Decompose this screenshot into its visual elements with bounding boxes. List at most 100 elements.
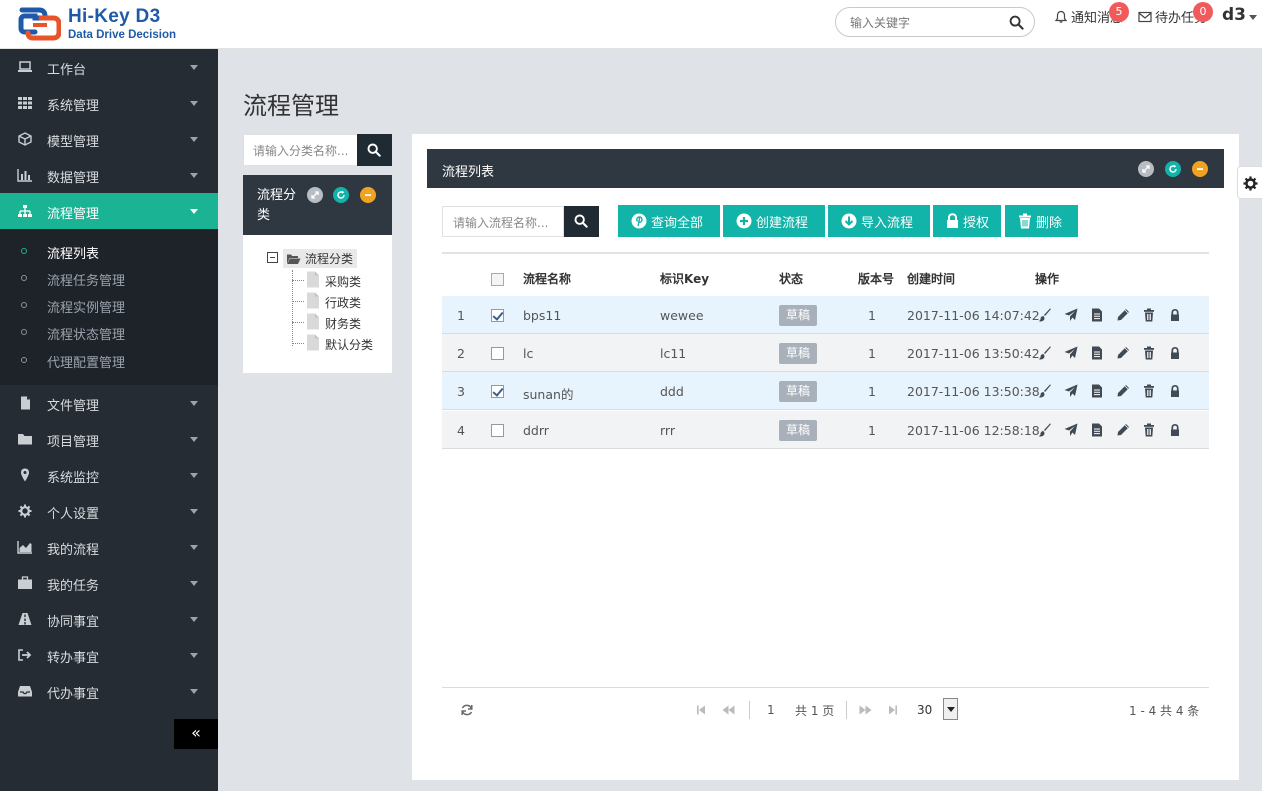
sidebar-item-transfer[interactable]: 转办事宜 — [0, 637, 218, 673]
table-row[interactable]: 1 bps11 wewee 草稿 1 2017-11-06 14:07:42 — [442, 296, 1209, 334]
pencil-icon[interactable] — [1116, 308, 1130, 322]
reload-button[interactable] — [460, 703, 474, 717]
collapse-button[interactable] — [360, 187, 376, 203]
category-search-button[interactable] — [357, 134, 392, 166]
sidebar-item-data[interactable]: 数据管理 — [0, 157, 218, 193]
tree-node-admin[interactable]: 行政类 — [292, 291, 402, 312]
search-icon[interactable] — [1009, 15, 1024, 30]
pencil-icon[interactable] — [1116, 346, 1130, 360]
column-header-name[interactable]: 流程名称 — [523, 270, 571, 287]
caret-down-icon — [190, 473, 198, 478]
paper-plane-icon[interactable] — [1064, 423, 1078, 437]
sidebar-item-my-process[interactable]: 我的流程 — [0, 529, 218, 565]
refresh-button[interactable] — [1165, 161, 1181, 177]
row-checkbox[interactable] — [491, 347, 504, 360]
previous-page-button[interactable] — [722, 704, 735, 716]
first-page-button[interactable] — [695, 704, 707, 716]
pencil-icon[interactable] — [1116, 384, 1130, 398]
lock-icon[interactable] — [1168, 384, 1182, 398]
next-page-button[interactable] — [859, 704, 872, 716]
pencil-icon[interactable] — [1116, 423, 1130, 437]
sidebar-item-my-tasks[interactable]: 我的任务 — [0, 565, 218, 601]
hikey-logo-icon[interactable] — [17, 6, 61, 42]
column-header-created[interactable]: 创建时间 — [907, 270, 955, 287]
paper-plane-icon[interactable] — [1064, 384, 1078, 398]
authorize-button[interactable]: 授权 — [933, 205, 1001, 237]
import-process-button[interactable]: 导入流程 — [828, 205, 930, 237]
submenu-item-instance-manage[interactable]: 流程实例管理 — [0, 292, 218, 319]
user-menu[interactable]: d3 — [1222, 5, 1257, 25]
submenu-item-status-manage[interactable]: 流程状态管理 — [0, 319, 218, 346]
file-text-icon[interactable] — [1090, 423, 1104, 437]
table-row[interactable]: 2 lc lc11 草稿 1 2017-11-06 13:50:42 — [442, 334, 1209, 372]
lock-icon[interactable] — [1168, 308, 1182, 322]
expand-button[interactable] — [307, 187, 323, 203]
page-size-select[interactable]: 30 — [910, 698, 958, 721]
lock-icon[interactable] — [1168, 423, 1182, 437]
sidebar-item-proxy[interactable]: 代办事宜 — [0, 673, 218, 709]
caret-down-icon — [190, 617, 198, 622]
current-page[interactable]: 1 — [767, 703, 775, 717]
paper-plane-icon[interactable] — [1064, 346, 1078, 360]
page-size-dropdown[interactable] — [943, 698, 958, 720]
trash-icon[interactable] — [1142, 423, 1156, 437]
sidebar-item-monitor[interactable]: 系统监控 — [0, 457, 218, 493]
tree-node-finance[interactable]: 财务类 — [292, 312, 402, 333]
file-text-icon[interactable] — [1090, 346, 1104, 360]
trash-icon[interactable] — [1142, 308, 1156, 322]
column-header-status[interactable]: 状态 — [779, 270, 803, 287]
process-search-input[interactable] — [453, 214, 559, 231]
process-name: lc — [523, 346, 534, 361]
row-checkbox[interactable] — [491, 424, 504, 437]
submenu-item-proxy-config[interactable]: 代理配置管理 — [0, 347, 218, 374]
sidebar-item-collaboration[interactable]: 协同事宜 — [0, 601, 218, 637]
global-search-input[interactable] — [850, 14, 1000, 31]
trash-icon[interactable] — [1142, 384, 1156, 398]
query-all-button[interactable]: 查询全部 — [618, 205, 720, 237]
paper-plane-icon[interactable] — [1064, 308, 1078, 322]
sidebar-item-files[interactable]: 文件管理 — [0, 385, 218, 421]
created-time: 2017-11-06 12:58:18 — [907, 423, 1040, 438]
collapse-button[interactable] — [1192, 161, 1208, 177]
file-text-icon[interactable] — [1090, 308, 1104, 322]
caret-down-icon — [190, 65, 198, 70]
row-checkbox[interactable] — [491, 385, 504, 398]
table-row[interactable]: 3 sunan的 ddd 草稿 1 2017-11-06 13:50:38 — [442, 372, 1209, 410]
tree-root-node[interactable]: 流程分类 — [283, 249, 358, 268]
sidebar-item-projects[interactable]: 项目管理 — [0, 421, 218, 457]
paint-brush-icon[interactable] — [1038, 384, 1052, 398]
process-name: bps11 — [523, 308, 562, 323]
settings-button[interactable] — [1237, 166, 1262, 199]
paint-brush-icon[interactable] — [1038, 346, 1052, 360]
refresh-button[interactable] — [333, 187, 349, 203]
paint-brush-icon[interactable] — [1038, 423, 1052, 437]
tree-node-default[interactable]: 默认分类 — [292, 333, 402, 354]
last-page-button[interactable] — [887, 704, 899, 716]
select-all-checkbox[interactable] — [491, 273, 504, 286]
lock-icon[interactable] — [1168, 346, 1182, 360]
column-header-version[interactable]: 版本号 — [858, 270, 894, 287]
tree-collapse-toggle[interactable] — [267, 252, 278, 263]
column-header-key[interactable]: 标识Key — [660, 270, 709, 287]
create-process-button[interactable]: 创建流程 — [723, 205, 825, 237]
sidebar-item-process[interactable]: 流程管理 — [0, 193, 218, 229]
sidebar-item-model[interactable]: 模型管理 — [0, 121, 218, 157]
sidebar-collapse-button[interactable]: « — [174, 719, 218, 749]
sidebar-item-settings[interactable]: 个人设置 — [0, 493, 218, 529]
table-row[interactable]: 4 ddrr rrr 草稿 1 2017-11-06 12:58:18 — [442, 411, 1209, 449]
sidebar-item-system[interactable]: 系统管理 — [0, 85, 218, 121]
delete-button[interactable]: 删除 — [1005, 205, 1078, 237]
process-search-button[interactable] — [564, 206, 599, 237]
category-search-input[interactable] — [253, 142, 353, 159]
trash-icon[interactable] — [1142, 346, 1156, 360]
paint-brush-icon[interactable] — [1038, 308, 1052, 322]
expand-button[interactable] — [1138, 161, 1154, 177]
submenu-item-process-list[interactable]: 流程列表 — [0, 238, 218, 265]
caret-down-icon — [190, 509, 198, 514]
tree-node-purchase[interactable]: 采购类 — [292, 270, 402, 291]
file-text-icon[interactable] — [1090, 384, 1104, 398]
submenu-item-task-manage[interactable]: 流程任务管理 — [0, 265, 218, 292]
caret-down-icon — [1249, 14, 1257, 20]
row-checkbox[interactable] — [491, 309, 504, 322]
sidebar-item-workbench[interactable]: 工作台 — [0, 49, 218, 85]
